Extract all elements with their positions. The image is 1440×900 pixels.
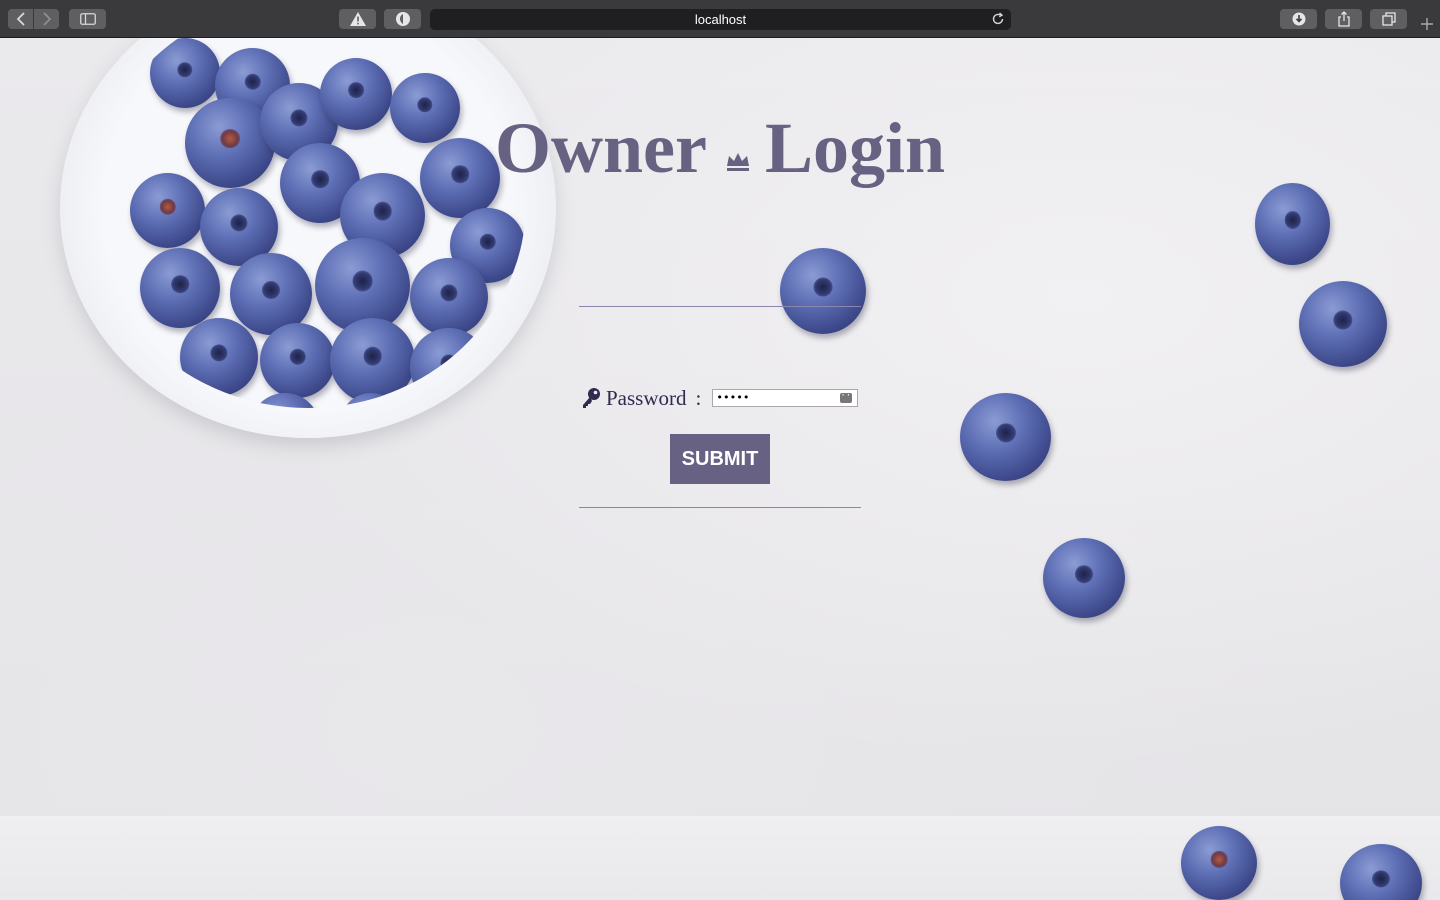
- submit-button[interactable]: SUBMIT: [670, 434, 770, 484]
- warning-button[interactable]: [339, 9, 376, 29]
- plus-icon: [1421, 18, 1433, 30]
- privacy-shield-icon: [395, 12, 410, 26]
- url-text: localhost: [694, 12, 747, 27]
- password-colon: :: [695, 385, 702, 410]
- key-icon: [581, 387, 601, 409]
- forward-button[interactable]: [34, 9, 59, 29]
- download-button[interactable]: [1280, 9, 1317, 29]
- blueberry-decoration: [960, 393, 1051, 481]
- tab-overview-button[interactable]: [1370, 9, 1407, 29]
- tab-overview-icon: [1381, 12, 1396, 26]
- download-icon: [1292, 12, 1305, 26]
- sidebar-icon: [79, 13, 96, 25]
- blueberry-decoration: [1299, 281, 1387, 367]
- warning-icon: [349, 12, 366, 26]
- blueberry-decoration: [1043, 538, 1125, 618]
- crown-icon: [725, 108, 751, 188]
- page-title: Owner Login: [0, 108, 1440, 188]
- sidebar-button[interactable]: [69, 9, 106, 29]
- share-button[interactable]: [1325, 9, 1362, 29]
- back-button[interactable]: [8, 9, 33, 29]
- password-value: •••••: [716, 391, 750, 404]
- chevron-left-icon: [16, 12, 25, 26]
- password-row: Password : •••••: [581, 384, 859, 412]
- password-label: Password: [606, 385, 687, 410]
- form-divider-bottom: [579, 507, 861, 508]
- title-login: Login: [764, 108, 946, 188]
- privacy-button[interactable]: [384, 9, 421, 29]
- blueberry-decoration: [780, 248, 866, 334]
- reload-icon[interactable]: [991, 12, 1005, 26]
- chevron-right-icon: [42, 12, 51, 26]
- share-icon: [1337, 11, 1350, 27]
- password-input[interactable]: •••••: [712, 388, 859, 407]
- address-bar[interactable]: localhost: [430, 9, 1011, 30]
- keychain-autofill-icon[interactable]: [840, 388, 853, 404]
- form-divider-top: [579, 306, 861, 307]
- blueberry-decoration: [1181, 826, 1257, 900]
- title-owner: Owner: [494, 108, 707, 188]
- blueberry-bowl-image: [60, 38, 556, 438]
- browser-toolbar: localhost: [0, 0, 1440, 38]
- new-tab-button[interactable]: [1416, 12, 1438, 36]
- blueberry-decoration: [1255, 183, 1330, 265]
